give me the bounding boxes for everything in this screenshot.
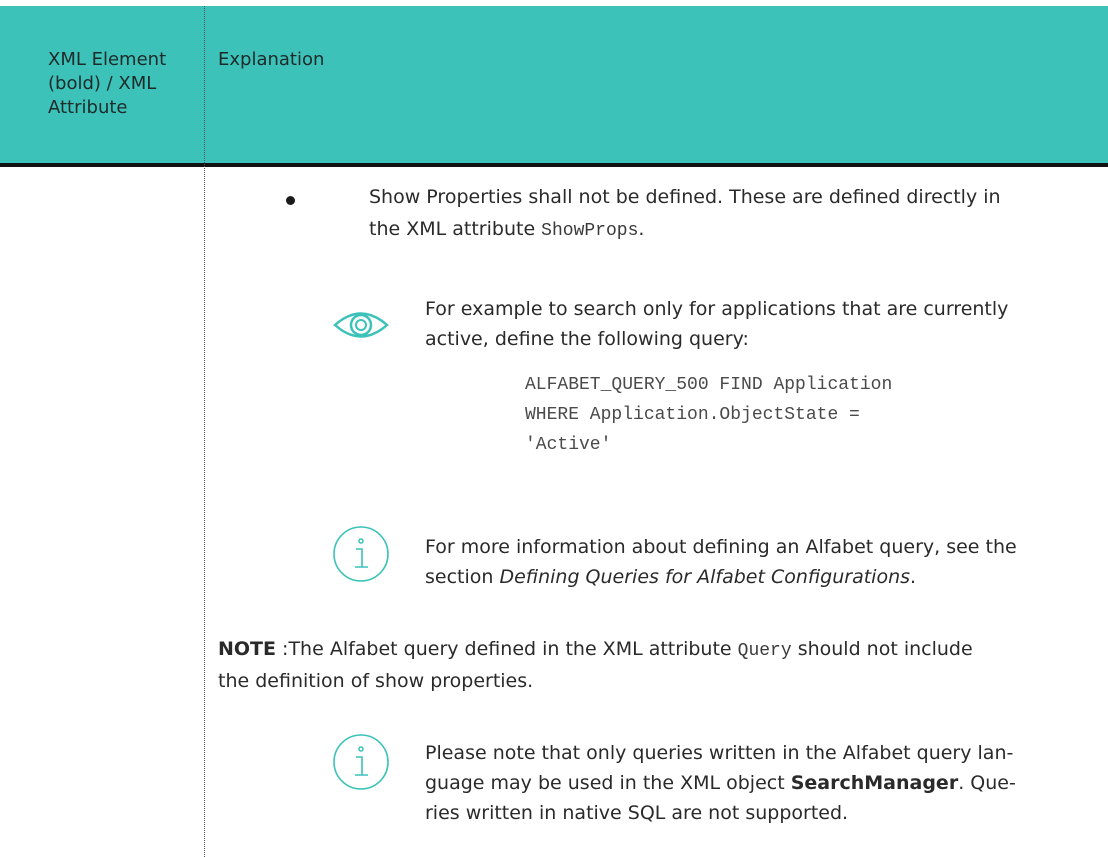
- info2-text: guage may be used in the XML object: [425, 772, 791, 794]
- bullet-line-2: the XML attribute ShowProps.: [369, 214, 644, 246]
- searchmanager-label: SearchManager: [790, 772, 959, 794]
- section-link: Defining Queries for Alfabet Configurati…: [499, 566, 911, 588]
- info1-line-2: section Defining Queries for Alfabet Con…: [425, 562, 916, 592]
- showprops-code: ShowProps: [541, 221, 639, 241]
- header-rule: [0, 163, 1108, 167]
- info1-period: .: [910, 566, 917, 588]
- info2-line-2: guage may be used in the XML object Sear…: [425, 768, 1016, 798]
- info-icon: [333, 526, 389, 582]
- code-line: 'Active': [525, 435, 612, 455]
- query-code-block: ALFABET_QUERY_500 FIND Application WHERE …: [525, 370, 892, 460]
- info2-line-3: ries written in native SQL are not suppo…: [425, 802, 849, 824]
- bullet-period: .: [638, 218, 645, 240]
- code-line: ALFABET_QUERY_500 FIND Application: [525, 375, 893, 395]
- example-line-2: active, define the following query:: [425, 328, 749, 350]
- eye-icon: [333, 312, 389, 338]
- info2-text-2: . Que-: [958, 772, 1016, 794]
- table-header: XML Element (bold) / XML Attribute Expla…: [0, 6, 1108, 164]
- info1-text: section: [425, 566, 500, 588]
- code-line: WHERE Application.ObjectState =: [525, 405, 860, 425]
- header-col-element: XML Element (bold) / XML Attribute: [48, 49, 167, 118]
- bullet-line-1: Show Properties shall not be defined. Th…: [369, 186, 1001, 208]
- note-label: NOTE: [218, 638, 276, 660]
- bullet-text: the XML attribute: [369, 218, 542, 240]
- header-col-explanation: Explanation: [218, 49, 325, 70]
- note-text: :The Alfabet query defined in the XML at…: [276, 638, 738, 660]
- note-line-2: the definition of show properties.: [218, 670, 534, 692]
- info-icon: [333, 734, 389, 790]
- query-code: Query: [737, 641, 792, 661]
- column-divider: [204, 6, 205, 857]
- bullet-dot: [286, 196, 295, 205]
- info2-line-1: Please note that only queries written in…: [425, 742, 1014, 764]
- info1-line-1: For more information about defining an A…: [425, 536, 1017, 558]
- note-text-2: should not include: [791, 638, 973, 660]
- note-line-1: NOTE :The Alfabet query defined in the X…: [218, 634, 973, 666]
- example-line-1: For example to search only for applicati…: [425, 298, 1009, 320]
